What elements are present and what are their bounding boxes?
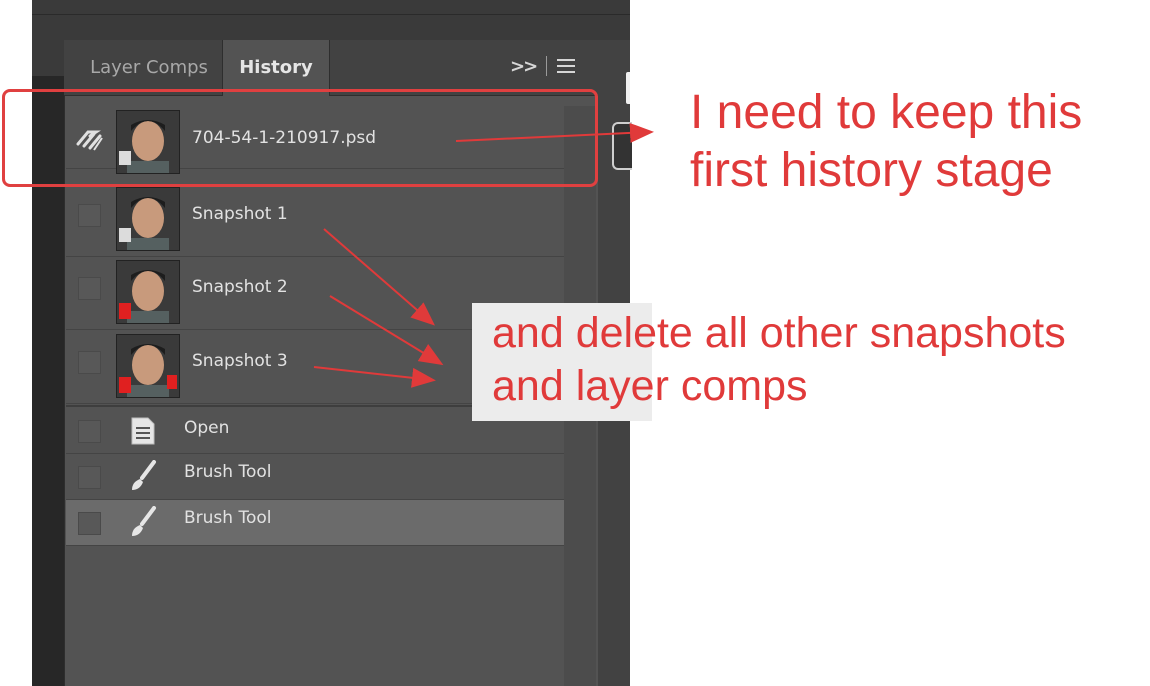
annotation-keep: I need to keep this first history stage <box>690 84 1082 200</box>
brush-icon <box>132 506 156 536</box>
dock-button[interactable] <box>612 122 632 170</box>
tab-layer-comps[interactable]: Layer Comps <box>74 40 224 95</box>
collapse-icon[interactable]: >> <box>510 56 538 77</box>
history-source-toggle[interactable] <box>78 466 101 489</box>
snapshot-label: Snapshot 3 <box>192 351 288 371</box>
history-state-brush-1[interactable]: Brush Tool <box>66 454 564 500</box>
snapshot-thumbnail <box>116 334 180 398</box>
document-icon <box>131 417 155 445</box>
tab-history[interactable]: History <box>222 40 330 96</box>
history-source-toggle[interactable] <box>78 420 101 443</box>
snapshot-source-toggle[interactable] <box>78 204 101 227</box>
snapshot-thumbnail <box>116 260 180 324</box>
snapshot-source-toggle[interactable] <box>78 277 101 300</box>
history-state-label: Open <box>184 418 230 438</box>
annotation-line: and delete all other snapshots <box>492 309 1066 357</box>
workspace-divider <box>32 14 630 15</box>
snapshot-label: Snapshot 1 <box>192 204 288 224</box>
history-state-brush-2[interactable]: Brush Tool <box>66 500 564 546</box>
annotation-line: and layer comps <box>492 362 808 410</box>
history-state-label: Brush Tool <box>184 462 272 482</box>
history-source-toggle[interactable] <box>78 512 101 535</box>
annotation-line: I need to keep this <box>690 86 1083 139</box>
snapshot-row-1[interactable]: Snapshot 1 <box>66 184 564 257</box>
annotation-line: first history stage <box>690 144 1053 197</box>
highlight-box <box>2 89 598 187</box>
history-state-label: Brush Tool <box>184 508 272 528</box>
panel-header-icons: >> <box>510 52 576 80</box>
snapshot-thumbnail <box>116 187 180 251</box>
brush-icon <box>132 460 156 490</box>
annotation-delete: and delete all other snapshots and layer… <box>492 307 1066 413</box>
snapshot-label: Snapshot 2 <box>192 277 288 297</box>
dock-button[interactable] <box>626 72 630 104</box>
header-separator <box>546 56 548 76</box>
snapshot-source-toggle[interactable] <box>78 351 101 374</box>
panel-menu-icon[interactable] <box>557 59 576 73</box>
